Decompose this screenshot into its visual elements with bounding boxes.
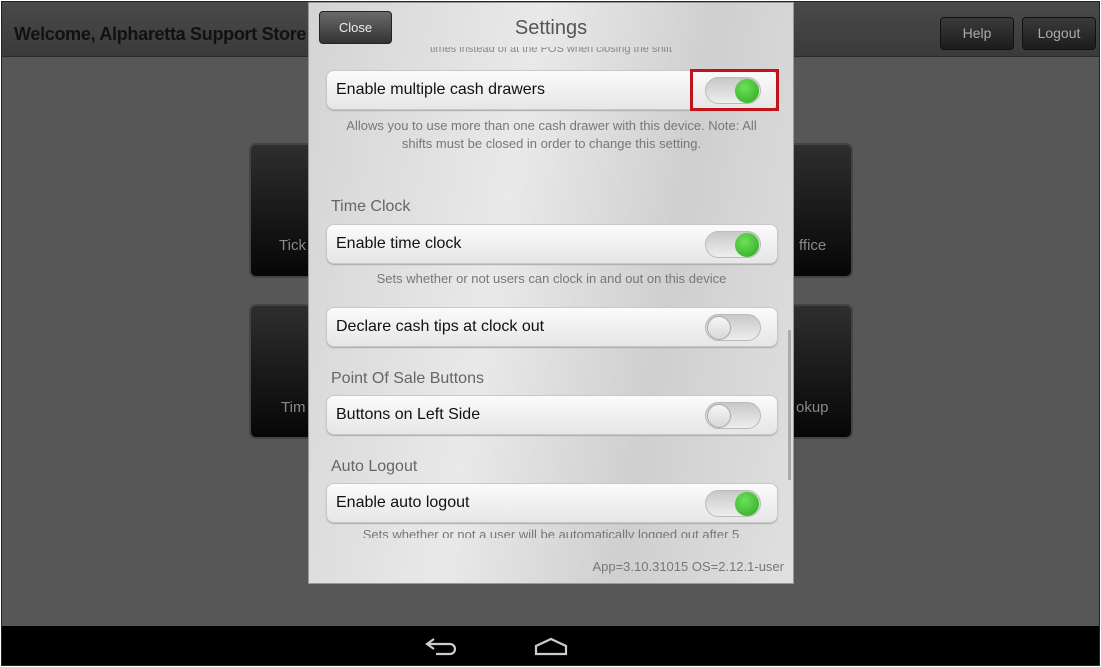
clip: Sets whether or not a user will be autom…: [309, 528, 793, 538]
tablet-screen: Welcome, Alpharetta Support Store Help L…: [1, 1, 1100, 666]
setting-buttons-left: Buttons on Left Side: [326, 395, 778, 435]
tile-label: ffice: [799, 237, 827, 254]
scrollbar[interactable]: [788, 330, 791, 480]
toggle-buttons-left[interactable]: [705, 402, 761, 429]
setting-description: Sets whether or not users can clock in a…: [376, 271, 727, 286]
version-text: App=3.10.31015 OS=2.12.1-user: [592, 559, 784, 574]
back-icon[interactable]: [424, 636, 458, 656]
toggle-knob: [707, 404, 731, 428]
toggle-time-clock[interactable]: [705, 231, 761, 258]
setting-label: Enable multiple cash drawers: [336, 81, 545, 98]
android-nav-bar: [2, 626, 1099, 665]
toggle-knob: [707, 316, 731, 340]
help-button[interactable]: Help: [940, 17, 1014, 50]
section-auto-logout: Auto Logout: [331, 458, 418, 475]
logout-button[interactable]: Logout: [1022, 17, 1096, 50]
setting-auto-logout: Enable auto logout: [326, 483, 778, 523]
toggle-cash-tips[interactable]: [705, 314, 761, 341]
toggle-auto-logout[interactable]: [705, 490, 761, 517]
toggle-knob: [735, 233, 759, 257]
settings-dialog: Close Settings times instead of at the P…: [308, 2, 794, 584]
tile-label: Tick: [279, 237, 306, 254]
dialog-title: Settings: [514, 17, 588, 39]
setting-description: Sets whether or not a user will be autom…: [362, 528, 740, 538]
setting-label: Enable time clock: [336, 235, 462, 252]
clipped-description: times instead of at the POS when closing…: [429, 47, 673, 55]
setting-label: Declare cash tips at clock out: [336, 318, 545, 335]
home-icon[interactable]: [534, 636, 568, 656]
section-time-clock: Time Clock: [331, 198, 411, 215]
welcome-text: Welcome, Alpharetta Support Store: [14, 24, 307, 44]
setting-cash-tips: Declare cash tips at clock out: [326, 307, 778, 347]
toggle-knob: [735, 492, 759, 516]
setting-time-clock: Enable time clock: [326, 224, 778, 264]
setting-label: Enable auto logout: [336, 494, 470, 511]
setting-label: Buttons on Left Side: [336, 406, 481, 423]
tile-label: okup: [796, 399, 829, 416]
highlight-box: [690, 69, 779, 111]
tile-label: Tim: [281, 399, 306, 416]
setting-description: Allows you to use more than one cash dra…: [346, 118, 757, 151]
section-pos-buttons: Point Of Sale Buttons: [331, 370, 484, 387]
